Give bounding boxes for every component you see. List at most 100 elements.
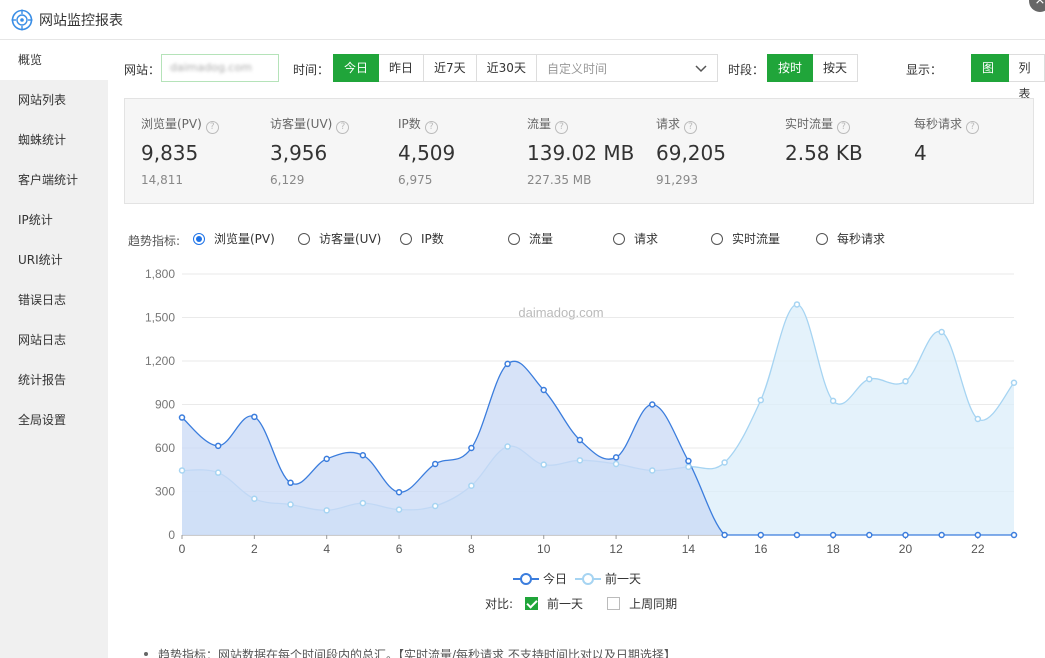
series-point-1 — [504, 443, 511, 450]
x-tick-label: 4 — [323, 542, 330, 556]
time-button-30days[interactable]: 近30天 — [476, 54, 537, 82]
stat-name: 实时流量? — [785, 115, 851, 134]
stat-value: 69,205 — [656, 141, 726, 165]
series-point-1 — [323, 507, 330, 514]
legend-item-today[interactable]: 今日 — [513, 570, 567, 587]
trend-radio-6[interactable]: 每秒请求 — [816, 230, 885, 247]
series-point-0 — [251, 413, 258, 421]
trend-radio-4[interactable]: 请求 — [613, 230, 658, 247]
period-button-hourly[interactable]: 按时 — [767, 54, 814, 82]
stats-panel: 浏览量(PV)? 9,835 14,811 访客量(UV)? 3,956 6,129 IP数… — [124, 98, 1034, 204]
radio-circle-icon — [298, 232, 310, 245]
help-icon[interactable]: ? — [424, 121, 438, 134]
trend-radio-1[interactable]: 访客量(UV) — [298, 230, 381, 247]
compare-prev-day-checkbox[interactable] — [525, 597, 539, 610]
series-point-1 — [214, 469, 222, 476]
x-tick-label: 8 — [468, 542, 475, 556]
series-point-1 — [902, 378, 909, 385]
title-bar: 网站监控报表 × — [0, 0, 1045, 40]
sidebar-item-3[interactable]: 客户端统计 — [0, 160, 108, 200]
stat-value: 2.58 KB — [785, 141, 863, 165]
stat-prev-value: 6,975 — [398, 173, 433, 187]
y-tick-label: 1,800 — [145, 267, 175, 281]
series-point-1 — [576, 457, 584, 464]
series-point-1 — [974, 415, 982, 423]
compare-options: 对比: 前一天 上周同期 — [485, 595, 677, 612]
y-tick-label: 900 — [155, 398, 175, 412]
time-button-yesterday[interactable]: 昨日 — [379, 54, 425, 82]
sidebar-item-1[interactable]: 网站列表 — [0, 80, 108, 120]
stat-value: 139.02 MB — [527, 141, 635, 165]
series-point-0 — [793, 531, 801, 539]
display-button-chart[interactable]: 图表 — [971, 54, 1009, 101]
trend-radio-0[interactable]: 浏览量(PV) — [193, 230, 275, 247]
help-icon[interactable]: ? — [555, 121, 569, 134]
x-tick-label: 12 — [609, 542, 623, 556]
site-select[interactable]: daimadog.com — [161, 54, 279, 82]
stat-value: 9,835 — [141, 141, 199, 165]
x-tick-label: 2 — [251, 542, 258, 556]
sidebar-item-9[interactable]: 全局设置 — [0, 400, 108, 440]
radio-circle-icon — [400, 232, 412, 245]
sidebar-item-2[interactable]: 蜘蛛统计 — [0, 120, 108, 160]
time-button-7days[interactable]: 近7天 — [424, 54, 477, 82]
custom-time-select[interactable]: 自定义时间 — [536, 54, 718, 82]
series-point-0 — [323, 455, 330, 463]
stat-name-text: 流量 — [527, 117, 552, 131]
filter-toolbar: 网站： daimadog.com 时间： 今日 昨日 近7天 近30天 自定义时… — [108, 54, 1045, 101]
close-button[interactable]: × — [1029, 0, 1045, 12]
y-tick-label: 1,500 — [145, 311, 175, 325]
chart-watermark: daimadog.com — [518, 305, 603, 320]
legend-today-marker-icon — [513, 572, 539, 585]
help-icon[interactable]: ? — [684, 121, 698, 134]
series-point-1 — [431, 502, 439, 510]
series-point-0 — [902, 531, 909, 539]
help-icon[interactable]: ? — [837, 121, 851, 134]
stat-name: 流量? — [527, 115, 569, 134]
period-button-daily[interactable]: 按天 — [813, 54, 859, 82]
stat-value: 3,956 — [270, 141, 328, 165]
time-button-today[interactable]: 今日 — [333, 54, 380, 82]
series-point-1 — [612, 460, 620, 468]
series-point-1 — [829, 397, 837, 405]
monitor-logo-icon — [11, 9, 33, 30]
series-point-0 — [866, 531, 873, 539]
sidebar: 概览 网站列表 蜘蛛统计 客户端统计 IP统计 URI统计 错误日志 网站日志 统计报告 全局设置 — [0, 40, 108, 658]
sidebar-item-6[interactable]: 错误日志 — [0, 280, 108, 320]
sidebar-item-0[interactable]: 概览 — [0, 40, 108, 80]
help-icon[interactable]: ? — [336, 121, 350, 134]
custom-time-placeholder: 自定义时间 — [546, 61, 607, 76]
series-point-1 — [757, 396, 765, 404]
trend-radio-label: 每秒请求 — [837, 232, 886, 246]
compare-last-week-checkbox[interactable] — [607, 597, 621, 610]
help-icon[interactable]: ? — [966, 121, 980, 134]
series-point-1 — [395, 506, 403, 513]
series-point-0 — [938, 531, 945, 539]
series-point-0 — [540, 386, 547, 394]
series-point-0 — [504, 360, 511, 368]
series-point-0 — [576, 436, 584, 444]
stat-name-text: 访客量(UV) — [270, 117, 333, 131]
trend-radio-label: IP数 — [421, 232, 444, 246]
time-button-group: 今日 昨日 近7天 近30天 自定义时间 — [333, 54, 718, 82]
stat-prev-value: 227.35 MB — [527, 173, 592, 187]
series-point-1 — [251, 495, 258, 502]
trend-radio-5[interactable]: 实时流量 — [711, 230, 780, 247]
series-point-1 — [685, 463, 692, 471]
series-point-1 — [287, 501, 294, 508]
sidebar-item-5[interactable]: URI统计 — [0, 240, 108, 280]
compare-label: 对比: — [485, 597, 514, 611]
legend-item-prev-day[interactable]: 前一天 — [575, 570, 641, 587]
sidebar-item-8[interactable]: 统计报告 — [0, 360, 108, 400]
trend-label: 趋势指标: — [128, 234, 181, 248]
display-button-list[interactable]: 列表 — [1008, 54, 1045, 101]
sidebar-item-4[interactable]: IP统计 — [0, 200, 108, 240]
stat-name-text: 每秒请求 — [914, 117, 963, 131]
sidebar-item-7[interactable]: 网站日志 — [0, 320, 108, 360]
trend-radio-3[interactable]: 流量 — [508, 230, 553, 247]
series-point-0 — [829, 531, 837, 539]
stat-name: 访客量(UV)? — [270, 115, 350, 134]
trend-radio-2[interactable]: IP数 — [400, 230, 444, 247]
help-icon[interactable]: ? — [205, 121, 219, 134]
series-point-1 — [866, 375, 873, 383]
